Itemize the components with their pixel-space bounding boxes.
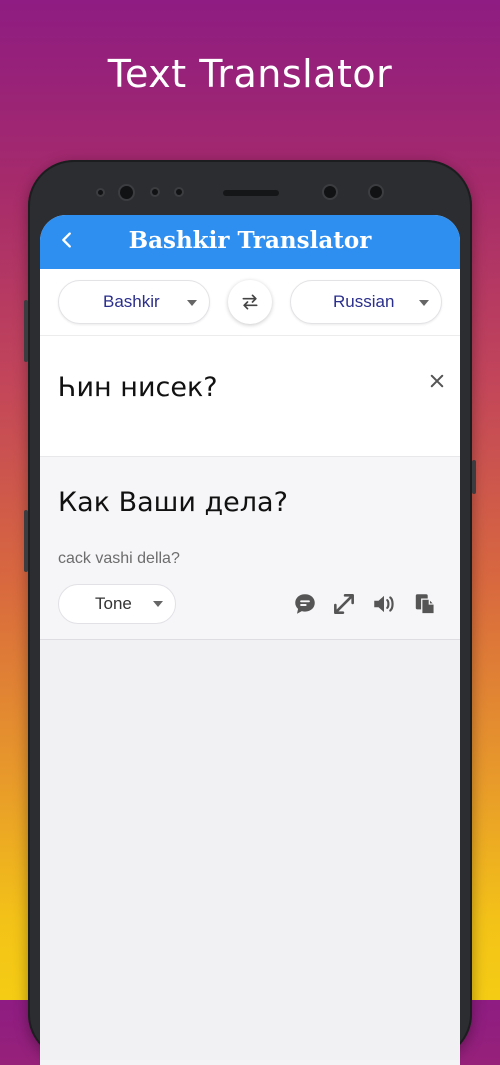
source-language-select[interactable]: Bashkir	[58, 280, 210, 324]
input-text[interactable]: Һин нисек?	[58, 372, 218, 403]
phone-front-camera	[120, 186, 133, 199]
chevron-down-icon	[419, 300, 429, 306]
empty-content-area	[40, 640, 460, 1060]
promo-headline: Text Translator	[107, 52, 393, 96]
phone-camera	[324, 186, 336, 198]
phone-frame: Bashkir Translator Bashkir Russian Һин н…	[24, 160, 476, 1065]
expand-icon[interactable]	[331, 591, 357, 617]
phone-sensor-dot	[176, 189, 182, 195]
swap-icon	[242, 294, 258, 310]
transliteration-text: cack vashi della?	[58, 550, 180, 567]
target-language-select[interactable]: Russian	[290, 280, 442, 324]
translated-text: Как Ваши дела?	[58, 487, 288, 518]
close-icon[interactable]	[428, 372, 446, 390]
speaker-icon[interactable]	[371, 591, 397, 617]
phone-speaker	[223, 190, 279, 196]
phone-side-button	[24, 510, 28, 572]
tone-label: Tone	[95, 594, 132, 613]
input-text-area[interactable]: Һин нисек?	[40, 336, 460, 457]
swap-languages-button[interactable]	[228, 280, 272, 324]
target-language-label: Russian	[333, 292, 395, 311]
translation-output-area: Как Ваши дела? cack vashi della? Tone	[40, 457, 460, 640]
phone-side-button	[472, 460, 476, 494]
tone-select[interactable]: Tone	[58, 584, 176, 624]
copy-icon[interactable]	[412, 591, 438, 617]
phone-side-button	[24, 300, 28, 362]
source-language-label: Bashkir	[103, 292, 160, 311]
chat-icon[interactable]	[292, 591, 318, 617]
app-title: Bashkir Translator	[128, 227, 372, 254]
chevron-down-icon	[153, 601, 163, 607]
chevron-down-icon	[187, 300, 197, 306]
phone-sensor-dot	[98, 190, 103, 195]
app-screen: Bashkir Translator Bashkir Russian Һин н…	[40, 215, 460, 1065]
phone-sensor-dot	[152, 189, 158, 195]
app-bar: Bashkir Translator	[40, 215, 460, 269]
language-bar: Bashkir Russian	[40, 269, 460, 336]
phone-camera	[370, 186, 382, 198]
